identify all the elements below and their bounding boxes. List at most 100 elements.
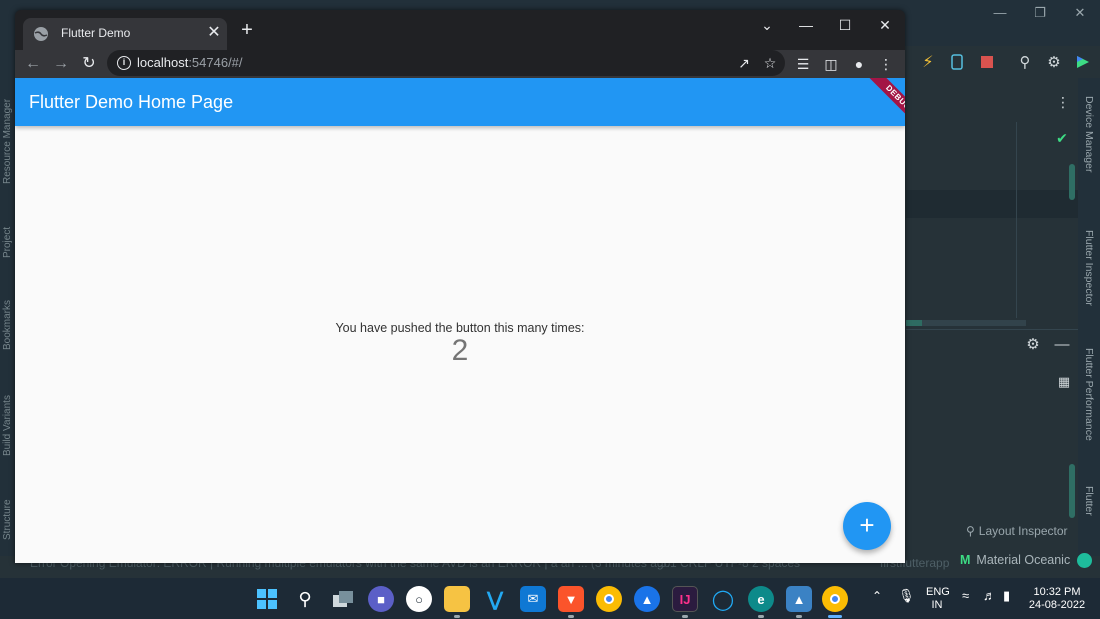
photos-icon[interactable]: ▲ xyxy=(786,586,812,612)
tool-flutter-performance[interactable]: Flutter Performance xyxy=(1083,348,1095,441)
ide-panel-highlight xyxy=(906,190,1078,218)
brave-indicator xyxy=(568,615,574,618)
theme-label: Material Oceanic xyxy=(976,553,1071,567)
search-taskbar-icon[interactable]: ⚲ xyxy=(292,586,318,612)
ide-restore-button[interactable]: ❐ xyxy=(1025,4,1055,22)
site-info-icon[interactable]: i xyxy=(117,56,131,70)
intellij-indicator xyxy=(682,615,688,618)
ide-minimize-button[interactable]: — xyxy=(985,4,1015,22)
browser-toolbar: ← → ↻ i localhost:54746/#/ ↗ ☆ ☰ ◫ ● ⋮ xyxy=(15,50,905,78)
panel-minimize-icon[interactable]: — xyxy=(1052,334,1072,354)
clock-time: 10:32 PM xyxy=(1033,586,1081,598)
bookmark-star-icon[interactable]: ☆ xyxy=(761,54,779,72)
panel-gear-icon[interactable]: ⚙ xyxy=(1023,334,1043,354)
tool-resource-manager[interactable]: Resource Manager xyxy=(2,99,13,184)
file-explorer-icon[interactable] xyxy=(444,586,470,612)
reload-button[interactable]: ↻ xyxy=(77,52,101,76)
region-code: IN xyxy=(931,599,943,611)
clock-date: 24-08-2022 xyxy=(1028,599,1086,611)
battery-icon[interactable]: ▮ xyxy=(1003,588,1010,604)
task-view-icon[interactable] xyxy=(330,586,356,612)
ide-vscroll-thumb[interactable] xyxy=(1069,164,1075,200)
app-bar: Flutter Demo Home Page xyxy=(15,78,905,126)
device-icon[interactable] xyxy=(947,52,967,72)
url-text[interactable]: localhost:54746/#/ xyxy=(137,55,243,70)
language-indicator[interactable]: ENG IN xyxy=(926,586,950,612)
edge-indicator xyxy=(758,615,764,618)
clock[interactable]: 10:32 PM 24-08-2022 xyxy=(1024,586,1090,612)
theme-indicator[interactable]: M Material Oceanic xyxy=(960,553,1070,567)
tool-build-variants[interactable]: Build Variants xyxy=(2,395,13,456)
url-path: :54746/#/ xyxy=(188,55,243,70)
edge-icon[interactable]: e xyxy=(748,586,774,612)
side-panel-icon[interactable]: ◫ xyxy=(820,53,842,75)
chrome-icon[interactable] xyxy=(596,586,622,612)
tab-search-icon[interactable]: ⌄ xyxy=(752,14,782,36)
new-tab-button[interactable]: + xyxy=(237,20,257,40)
ide-scrollbar[interactable] xyxy=(922,320,1026,326)
back-button[interactable]: ← xyxy=(21,52,45,76)
maximize-button[interactable]: ☐ xyxy=(830,14,860,36)
app-bar-title: Flutter Demo Home Page xyxy=(29,92,234,112)
teams-chat-icon[interactable]: ■ xyxy=(368,586,394,612)
mail-icon[interactable]: ✉ xyxy=(520,586,546,612)
browser-tab[interactable]: Flutter Demo ✕ xyxy=(23,18,227,50)
ide-scroll-thumb[interactable] xyxy=(906,320,922,326)
increment-button[interactable]: + xyxy=(843,502,891,550)
stop-icon[interactable] xyxy=(977,52,997,72)
menu-icon[interactable]: ⋮ xyxy=(875,53,897,75)
search-icon[interactable]: ⚲ xyxy=(1015,52,1035,72)
tab-title: Flutter Demo xyxy=(61,26,131,40)
photos-indicator xyxy=(796,615,802,618)
ide-panel-separator xyxy=(906,329,1078,330)
chrome-active-indicator xyxy=(828,615,842,618)
tool-structure[interactable]: Structure xyxy=(2,499,13,540)
gear-icon[interactable]: ⚙ xyxy=(1044,52,1064,72)
intellij-icon[interactable]: IJ xyxy=(672,586,698,612)
layout-icon[interactable]: ▦ xyxy=(1054,372,1074,392)
status-dot-icon[interactable] xyxy=(1077,553,1092,568)
browser-window: Flutter Demo ✕ + ⌄ — ☐ ✕ ← → ↻ i localho… xyxy=(15,10,905,563)
more-options-icon[interactable]: ⋮ xyxy=(1053,92,1073,112)
layout-inspector-icon: ⚲ xyxy=(966,524,975,538)
address-bar[interactable]: i localhost:54746/#/ ↗ ☆ xyxy=(107,50,785,76)
ide-vscroll-thumb-lower[interactable] xyxy=(1069,464,1075,518)
profile-icon[interactable]: ● xyxy=(848,53,870,75)
counter-label: You have pushed the button this many tim… xyxy=(335,321,585,335)
media-controls-icon[interactable]: ☰ xyxy=(792,53,814,75)
tool-flutter[interactable]: Flutter xyxy=(1083,486,1095,516)
vscode-icon[interactable]: ⋁ xyxy=(482,586,508,612)
app-circle-icon[interactable]: ▲ xyxy=(634,586,660,612)
tool-bookmarks[interactable]: Bookmarks xyxy=(2,300,13,350)
brave-icon[interactable]: ▼ xyxy=(558,586,584,612)
wifi-icon[interactable]: ≈ xyxy=(962,588,969,603)
cortana-icon[interactable]: ◯ xyxy=(710,586,736,612)
chrome-active-icon[interactable] xyxy=(822,586,848,612)
tool-flutter-inspector[interactable]: Flutter Inspector xyxy=(1083,230,1095,306)
layout-inspector-label: Layout Inspector xyxy=(978,524,1068,538)
tool-project[interactable]: Project xyxy=(2,227,13,258)
volume-icon[interactable]: ♬ xyxy=(983,588,996,603)
ide-divider xyxy=(1016,122,1017,318)
language-code: ENG xyxy=(926,586,950,598)
forward-button[interactable]: → xyxy=(49,52,73,76)
theme-icon: M xyxy=(960,553,971,567)
globe-icon xyxy=(33,26,49,42)
check-icon: ✔ xyxy=(1056,129,1068,146)
file-explorer-indicator xyxy=(454,615,460,618)
tab-close-icon[interactable]: ✕ xyxy=(205,24,223,42)
ide-close-button[interactable]: ✕ xyxy=(1065,4,1095,22)
github-icon[interactable]: ○ xyxy=(406,586,432,612)
microphone-icon[interactable]: 🎙 xyxy=(898,588,915,604)
minimize-button[interactable]: — xyxy=(791,14,821,36)
flash-icon[interactable]: ⚡ xyxy=(918,52,938,72)
tool-device-manager[interactable]: Device Manager xyxy=(1083,96,1095,172)
layout-inspector[interactable]: ⚲ Layout Inspector xyxy=(966,524,1068,538)
plugin-icon[interactable] xyxy=(1073,52,1093,72)
start-icon[interactable] xyxy=(254,586,280,612)
close-button[interactable]: ✕ xyxy=(870,14,900,36)
flutter-app: Flutter Demo Home Page DEBUG You have pu… xyxy=(15,78,905,563)
share-icon[interactable]: ↗ xyxy=(735,54,753,72)
hidden-icons-chevron-icon[interactable]: ⌃ xyxy=(872,589,882,603)
counter-value: 2 xyxy=(451,334,469,367)
